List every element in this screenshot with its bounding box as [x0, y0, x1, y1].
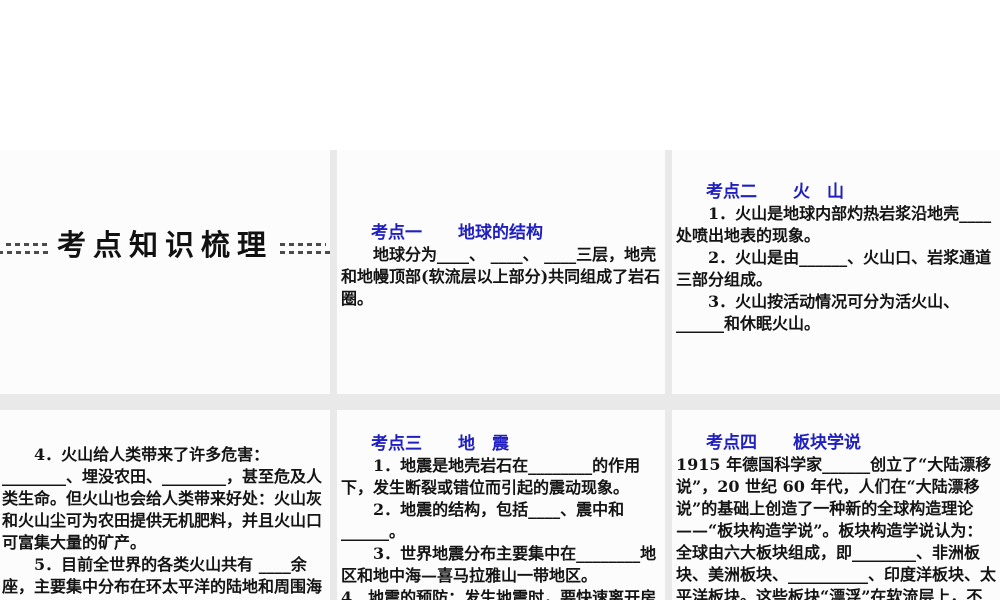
slide-outline: 考点知识梳理: [0, 150, 330, 394]
volcano-item: 5．目前全世界的各类火山共有 ____余座，主要集中分布在环太平洋的陆地和周围海…: [2, 555, 323, 600]
kaodian-2-item: 2．火山是由______、火山口、岩浆通道三部分组成。: [676, 248, 992, 289]
kaodian-3-item: 2．地震的结构，包括____、震中和______。: [341, 500, 625, 541]
dashed-rule-right-icon: [279, 242, 330, 254]
slide-kaodian-3: 考点三 地 震 1．地震是地壳岩石在________的作用下，发生断裂或错位而引起…: [337, 410, 665, 600]
kaodian-4-topic: 板块学说: [793, 433, 861, 453]
dashed-rule-left-icon: [0, 242, 51, 254]
page: 考点知识梳理 考点一 地球的结构 地球分为____、 ____、 ____三层，地…: [0, 0, 1000, 600]
kaodian-3-item-4: 4．地震的预防：发生地震时，要快速离开房间，跑到空旷的地方，或躲到面积较小的房间…: [341, 588, 657, 600]
kaodian-3-label: 考点三: [371, 434, 422, 454]
slide-kaodian-2: 考点二 火 山 1．火山是地球内部灼热岩浆沿地壳____处喷出地表的现象。 2．火…: [672, 150, 1000, 394]
slide-grid: 考点知识梳理 考点一 地球的结构 地球分为____、 ____、 ____三层，地…: [0, 150, 1000, 600]
kaodian-2-label: 考点二: [706, 182, 757, 202]
kaodian-1-paragraph: 地球分为____、 ____、 ____三层，地壳和地幔顶部(软流层以上部分)共…: [341, 245, 661, 308]
kaodian-2-topic: 火 山: [793, 182, 844, 202]
kaodian-1-heading: 考点一 地球的结构: [341, 222, 661, 244]
outline-title: 考点知识梳理: [57, 228, 274, 262]
kaodian-3-heading: 考点三 地 震: [341, 433, 661, 455]
kaodian-2-item: 1．火山是地球内部灼热岩浆沿地壳____处喷出地表的现象。: [676, 204, 992, 245]
slide-kaodian-1: 考点一 地球的结构 地球分为____、 ____、 ____三层，地壳和地幔顶部(…: [337, 150, 665, 394]
kaodian-2-item: 3．火山按活动情况可分为活火山、______和休眠火山。: [676, 292, 960, 333]
kaodian-1-label: 考点一: [371, 223, 422, 243]
kaodian-3-topic: 地 震: [458, 434, 509, 454]
kaodian-1-topic: 地球的结构: [458, 223, 543, 243]
volcano-item: 4．火山给人类带来了许多危害：________、埋没农田、________，甚至…: [2, 445, 323, 552]
slide-kaodian-4: 考点四 板块学说 1915 年德国科学家______创立了“大陆漂移说”，20 世…: [672, 410, 1000, 600]
kaodian-4-heading: 考点四 板块学说: [676, 432, 996, 454]
kaodian-2-heading: 考点二 火 山: [676, 181, 996, 203]
outline-title-row: 考点知识梳理: [0, 228, 330, 262]
kaodian-3-item: 1．地震是地壳岩石在________的作用下，发生断裂或错位而引起的震动现象。: [341, 456, 641, 497]
kaodian-3-item: 3．世界地震分布主要集中在________地区和地中海—喜马拉雅山一带地区。: [341, 544, 657, 585]
kaodian-4-label: 考点四: [706, 433, 757, 453]
slide-volcano-continued: 4．火山给人类带来了许多危害：________、埋没农田、________，甚至…: [0, 410, 330, 600]
kaodian-4-paragraph: 1915 年德国科学家______创立了“大陆漂移说”，20 世纪 60 年代，…: [676, 455, 997, 600]
